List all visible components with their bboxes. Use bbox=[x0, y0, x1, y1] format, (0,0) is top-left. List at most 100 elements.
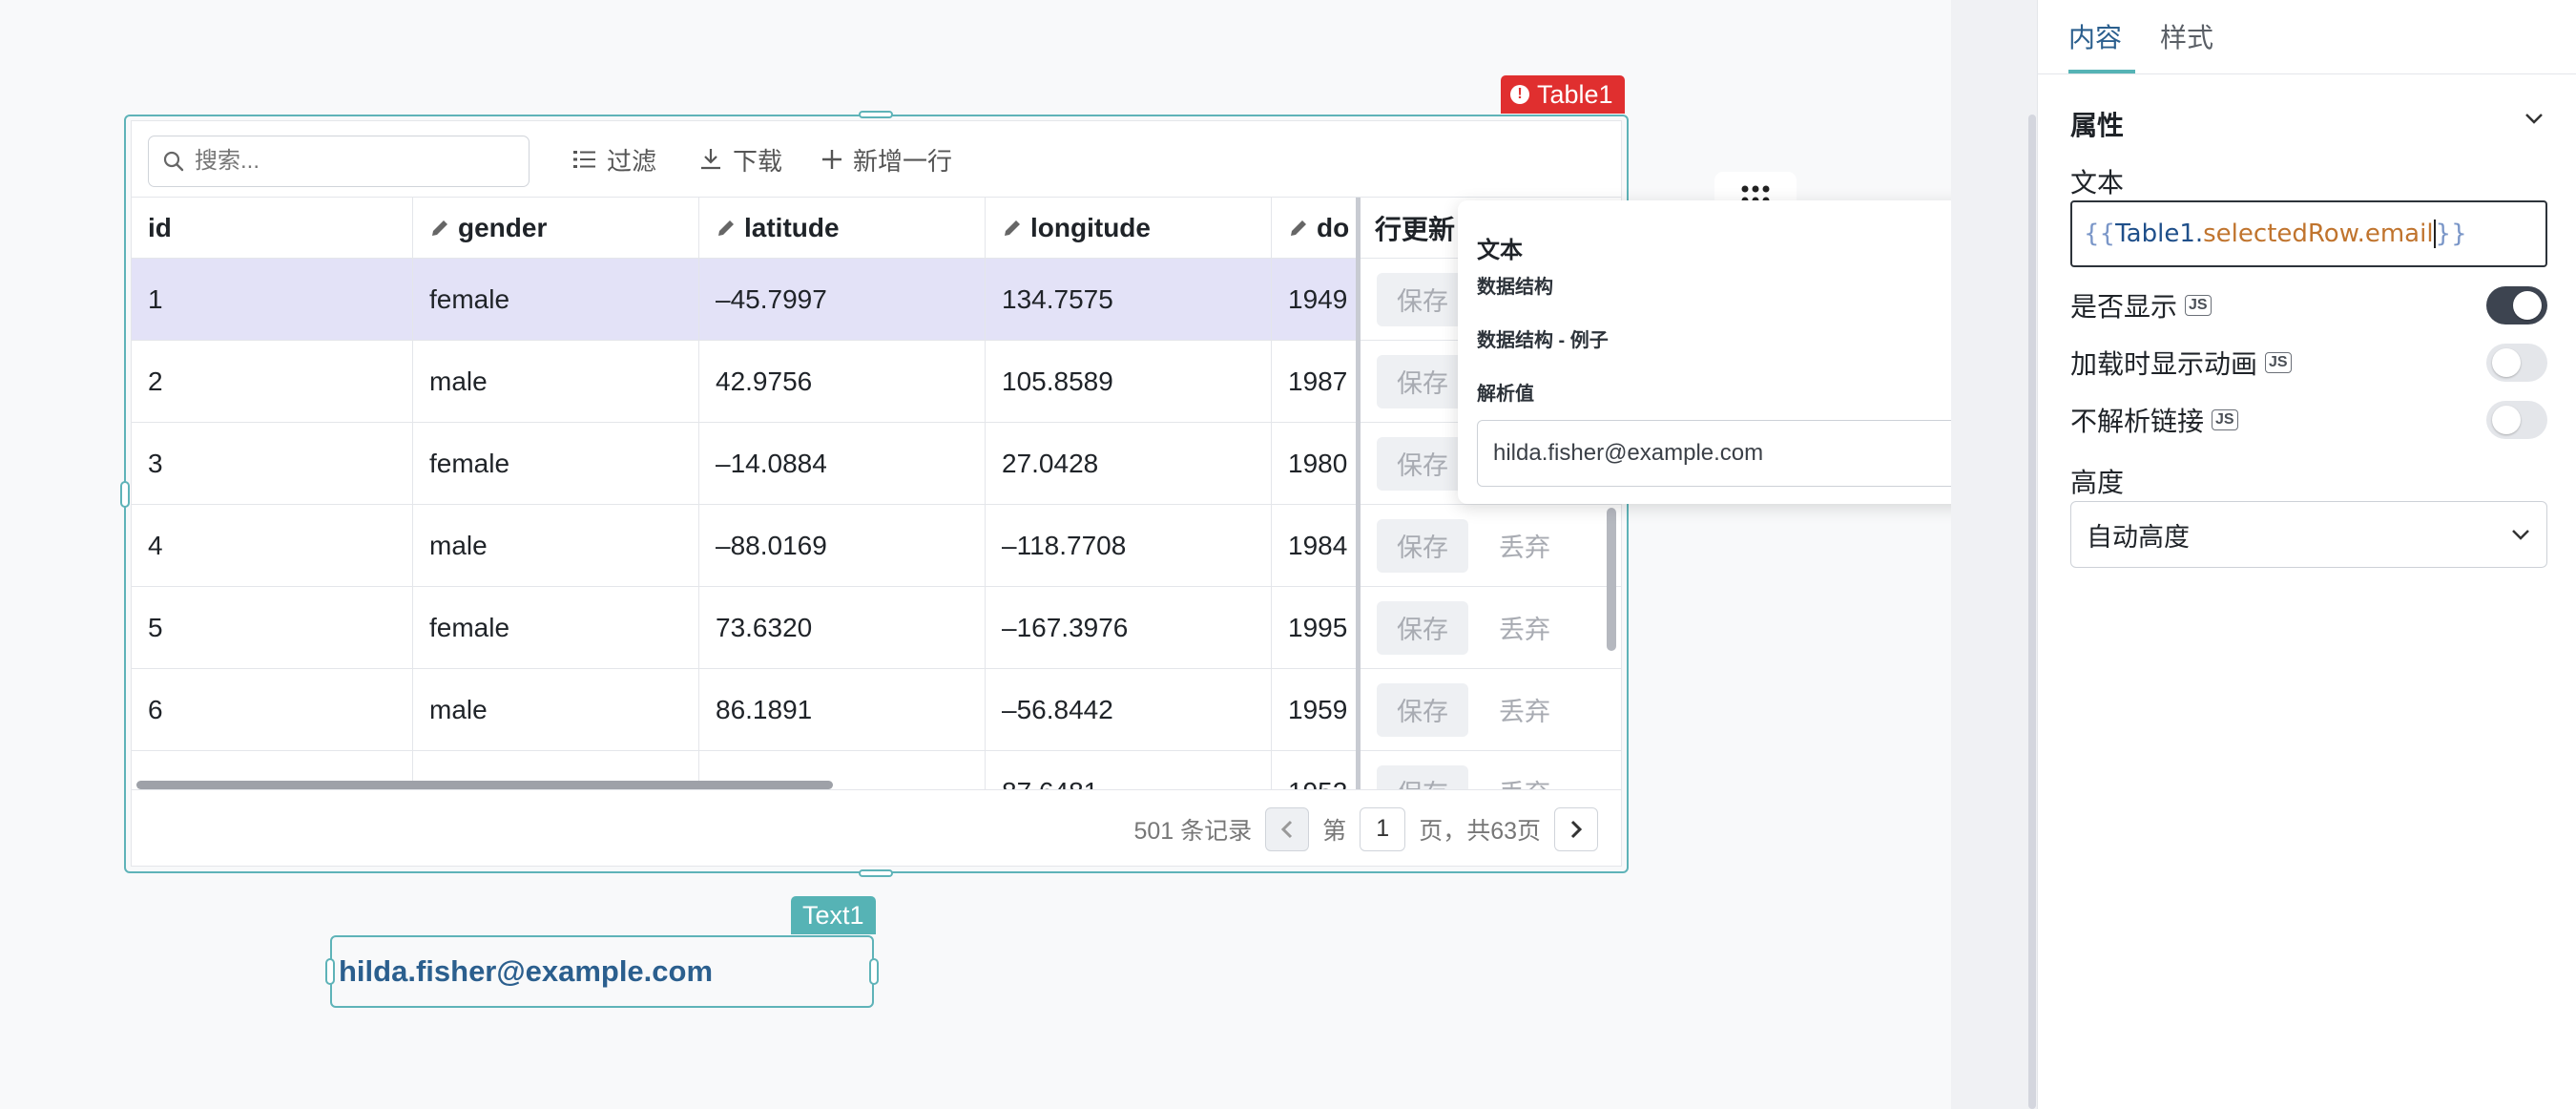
cell-latitude[interactable]: 42.9756 bbox=[699, 341, 986, 422]
label-text: 加载时显示动画 bbox=[2070, 349, 2258, 379]
cell-longitude[interactable]: 134.7575 bbox=[986, 259, 1272, 340]
text-code-input[interactable]: {{Table1. selectedRow.email}} bbox=[2070, 200, 2547, 267]
cell-gender[interactable]: male bbox=[413, 341, 699, 422]
save-button[interactable]: 保存 bbox=[1377, 436, 1468, 491]
save-button[interactable]: 保存 bbox=[1377, 518, 1468, 573]
download-icon bbox=[701, 149, 720, 170]
edit-pencil-icon bbox=[432, 220, 447, 236]
table-toolbar: 过滤 下载 新增一行 bbox=[132, 121, 1621, 198]
chevron-down-icon[interactable] bbox=[2523, 111, 2545, 126]
next-page-button[interactable] bbox=[1554, 806, 1598, 851]
text-widget-value: hilda.fisher@example.com bbox=[339, 954, 714, 988]
cell-id[interactable]: 1 bbox=[132, 259, 413, 340]
resize-handle-bottom[interactable] bbox=[859, 869, 893, 877]
save-button[interactable]: 保存 bbox=[1377, 764, 1468, 789]
table-widget: 过滤 下载 新增一行 id gender latitude bbox=[131, 120, 1622, 867]
cell-id[interactable]: 2 bbox=[132, 341, 413, 422]
discard-button[interactable]: 丢弃 bbox=[1482, 683, 1568, 737]
js-toggle-badge[interactable]: JS bbox=[2185, 295, 2212, 316]
text-field-label: 文本 bbox=[2070, 162, 2124, 200]
js-toggle-badge[interactable]: JS bbox=[2265, 352, 2292, 373]
cell-dob[interactable]: 1987 bbox=[1272, 341, 1358, 422]
cell-longitude[interactable]: 27.0428 bbox=[986, 423, 1272, 504]
cell-latitude[interactable]: 86.1891 bbox=[699, 669, 986, 750]
height-select[interactable]: 自动高度 bbox=[2070, 501, 2547, 568]
column-header-latitude[interactable]: latitude bbox=[699, 198, 986, 258]
canvas-gutter bbox=[1951, 0, 2037, 1109]
column-header-dob[interactable]: do bbox=[1272, 198, 1358, 258]
cell-longitude[interactable]: –56.8442 bbox=[986, 669, 1272, 750]
resize-handle-left[interactable] bbox=[120, 481, 130, 508]
disable-link-parsing-toggle-label: 不解析链接 JS bbox=[2070, 401, 2238, 439]
cell-dob[interactable]: 1980 bbox=[1272, 423, 1358, 504]
download-button[interactable]: 下载 bbox=[698, 142, 782, 177]
column-header-longitude[interactable]: longitude bbox=[986, 198, 1272, 258]
row-actions: 保存 丢弃 bbox=[1361, 505, 1621, 587]
column-header-id[interactable]: id bbox=[132, 198, 413, 258]
visible-toggle-label: 是否显示 JS bbox=[2070, 286, 2212, 324]
save-button[interactable]: 保存 bbox=[1377, 354, 1468, 408]
cell-latitude[interactable]: –45.7997 bbox=[699, 259, 986, 340]
canvas-scrollbar[interactable] bbox=[2028, 115, 2036, 1109]
data-structure-example-row[interactable]: 数据结构 - 例子 bbox=[1477, 323, 2011, 353]
cell-gender[interactable]: male bbox=[413, 669, 699, 750]
horizontal-scrollbar[interactable] bbox=[136, 781, 833, 789]
cell-longitude[interactable]: –118.7708 bbox=[986, 505, 1272, 586]
discard-button[interactable]: 丢弃 bbox=[1482, 519, 1568, 573]
filter-button[interactable]: 过滤 bbox=[572, 142, 656, 177]
previous-page-button[interactable] bbox=[1265, 806, 1310, 851]
cell-id[interactable]: 4 bbox=[132, 505, 413, 586]
cell-latitude[interactable]: –88.0169 bbox=[699, 505, 986, 586]
filter-list-icon bbox=[573, 151, 595, 168]
text-widget[interactable]: hilda.fisher@example.com bbox=[330, 935, 874, 1008]
save-button[interactable]: 保存 bbox=[1377, 600, 1468, 655]
search-box[interactable] bbox=[148, 136, 530, 187]
discard-button[interactable]: 丢弃 bbox=[1482, 601, 1568, 655]
column-header-gender[interactable]: gender bbox=[413, 198, 699, 258]
loading-animation-toggle[interactable] bbox=[2486, 344, 2547, 382]
cell-longitude[interactable]: –167.3976 bbox=[986, 587, 1272, 668]
cell-id[interactable]: 3 bbox=[132, 423, 413, 504]
cell-dob[interactable]: 1949 bbox=[1272, 259, 1358, 340]
warning-icon: ! bbox=[1510, 85, 1529, 104]
vertical-scrollbar[interactable] bbox=[1607, 508, 1616, 651]
tab-content[interactable]: 内容 bbox=[2068, 17, 2122, 55]
code-object: Table1 bbox=[2115, 220, 2195, 248]
visible-toggle[interactable] bbox=[2486, 286, 2547, 324]
cell-id[interactable]: 6 bbox=[132, 669, 413, 750]
search-input[interactable] bbox=[195, 148, 500, 175]
cell-gender[interactable]: female bbox=[413, 423, 699, 504]
js-toggle-badge[interactable]: JS bbox=[2212, 409, 2238, 430]
cell-longitude[interactable]: 105.8589 bbox=[986, 341, 1272, 422]
resize-handle-right[interactable] bbox=[869, 958, 879, 985]
cell-gender[interactable]: female bbox=[413, 587, 699, 668]
text-widget-tag[interactable]: Text1 bbox=[791, 896, 876, 934]
table-widget-tag[interactable]: ! Table1 bbox=[1501, 75, 1625, 114]
evaluated-value-box: hilda.fisher@example.com bbox=[1477, 420, 2011, 487]
cell-dob[interactable]: 1952 bbox=[1272, 751, 1358, 789]
disable-link-parsing-toggle[interactable] bbox=[2486, 401, 2547, 439]
row-actions: 保存 丢弃 bbox=[1361, 587, 1621, 669]
cell-id[interactable]: 5 bbox=[132, 587, 413, 668]
discard-button[interactable]: 丢弃 bbox=[1482, 765, 1568, 789]
column-header-label: id bbox=[148, 212, 172, 242]
tab-style[interactable]: 样式 bbox=[2160, 17, 2213, 55]
cell-latitude[interactable]: –14.0884 bbox=[699, 423, 986, 504]
cell-gender[interactable]: female bbox=[413, 259, 699, 340]
cell-gender[interactable]: male bbox=[413, 505, 699, 586]
data-structure-row[interactable]: 数据结构 bbox=[1477, 269, 2011, 300]
cell-longitude[interactable]: 87.6481 bbox=[986, 751, 1272, 789]
cell-dob[interactable]: 1995 bbox=[1272, 587, 1358, 668]
save-button[interactable]: 保存 bbox=[1377, 682, 1468, 737]
cell-latitude[interactable]: 73.6320 bbox=[699, 587, 986, 668]
evaluated-value-row[interactable]: 解析值 bbox=[1477, 376, 2011, 407]
panel-tabs: 内容 样式 bbox=[2038, 0, 2576, 74]
save-button[interactable]: 保存 bbox=[1377, 272, 1468, 326]
resize-handle-left[interactable] bbox=[325, 958, 335, 985]
add-row-button[interactable]: 新增一行 bbox=[821, 142, 952, 177]
page-number-input[interactable]: 1 bbox=[1360, 806, 1406, 851]
code-property: selectedRow.email bbox=[2203, 220, 2434, 248]
resize-handle-top[interactable] bbox=[859, 111, 893, 118]
cell-dob[interactable]: 1959 bbox=[1272, 669, 1358, 750]
cell-dob[interactable]: 1984 bbox=[1272, 505, 1358, 586]
